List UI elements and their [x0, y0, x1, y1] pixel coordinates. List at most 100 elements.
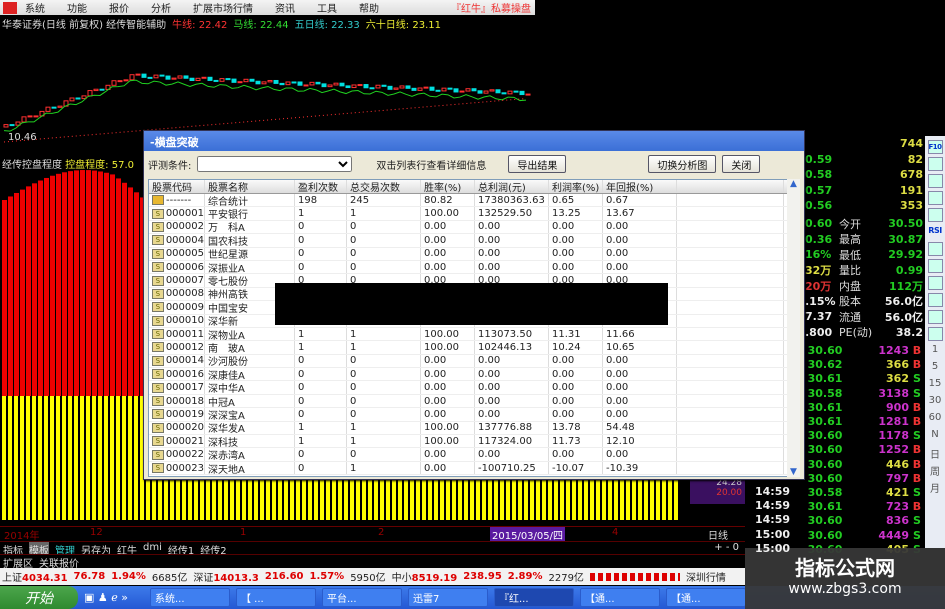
table-row[interactable]: S 000022 深赤湾A 0 0 0.00 0.00 0.00 0.00 — [149, 448, 792, 462]
scroll-down-icon[interactable]: ▼ — [787, 467, 800, 477]
export-button[interactable]: 导出结果 — [508, 155, 567, 173]
tab-save-as[interactable]: 另存为 — [81, 542, 111, 557]
period-button[interactable]: N — [931, 429, 938, 443]
pen-icon[interactable] — [927, 293, 943, 307]
period-button[interactable]: 周 — [930, 463, 940, 478]
tick-volume: 4449 — [878, 528, 909, 542]
scroll-up-icon[interactable]: ▲ — [787, 179, 800, 189]
tab-jingchuan1[interactable]: 经传1 — [168, 542, 194, 557]
cell-value: 000023 — [165, 462, 204, 474]
cell: 0.00 — [549, 394, 603, 408]
tab-jingchuan2[interactable]: 经传2 — [200, 542, 226, 557]
table-row[interactable]: S 000018 中冠A 0 0 0.00 0.00 0.00 0.00 — [149, 394, 792, 409]
menu-extended-market[interactable]: 扩展市场行情 — [193, 0, 253, 15]
quick-launch-icons[interactable]: ▣ ♟ ℯ » — [84, 591, 144, 604]
dot-icon[interactable] — [927, 276, 943, 290]
column-header[interactable]: 总交易次数 — [347, 180, 421, 193]
table-row[interactable]: S 000002 万 科A 0 0 0.00 0.00 0.00 0.00 — [149, 220, 792, 235]
table-scrollbar[interactable]: ▲ ▼ — [787, 179, 800, 477]
menu-function[interactable]: 功能 — [67, 0, 87, 15]
table-row[interactable]: S 000012 南 玻A 1 1 100.00 102446.13 10.24 10.65 — [149, 341, 792, 355]
taskbar-item-active[interactable]: 『红... — [494, 588, 574, 607]
menu-tools[interactable]: 工具 — [317, 0, 337, 15]
period-button[interactable]: 30 — [929, 395, 942, 409]
img-icon[interactable] — [927, 327, 943, 341]
tab-manage[interactable]: 管理 — [55, 542, 75, 557]
ma-icon[interactable] — [927, 208, 943, 222]
tab-dmi[interactable]: dmi — [143, 542, 162, 554]
search-icon[interactable] — [927, 191, 943, 205]
start-button[interactable]: 开始 — [0, 586, 78, 609]
fs-icon[interactable] — [927, 310, 943, 324]
period-button[interactable]: 15 — [929, 378, 942, 392]
taskbar-item[interactable]: 平台... — [322, 588, 402, 607]
table-row[interactable]: S 000001 平安银行 1 1 100.00 132529.50 13.25 13.67 — [149, 207, 792, 221]
zoom-controls[interactable]: + - 0 — [714, 542, 739, 554]
cell-value: 000004 — [165, 234, 204, 246]
market-strength-indicator — [589, 572, 680, 581]
column-header[interactable]: 股票名称 — [205, 180, 295, 193]
column-header[interactable]: 胜率(%) — [421, 180, 475, 193]
table-row[interactable]: S 000011 深物业A 1 1 100.00 113073.50 11.31 11.66 — [149, 327, 792, 342]
taskbar-item[interactable]: 系统... — [150, 588, 230, 607]
column-header[interactable]: 利润率(%) — [549, 180, 603, 193]
cell-value: 0.00 — [424, 368, 447, 380]
tab-hongniu[interactable]: 红牛 — [117, 542, 137, 557]
menu-system[interactable]: 系统 — [25, 0, 45, 15]
stat-value: 56.0亿 — [884, 310, 923, 324]
yellow-bar — [26, 396, 30, 520]
f10-icon[interactable]: F10 — [927, 140, 943, 154]
move-icon[interactable] — [927, 259, 943, 273]
table-row[interactable]: S 000005 世纪星源 0 0 0.00 0.00 0.00 0.00 — [149, 247, 792, 261]
table-row[interactable]: S 000004 国农科技 0 0 0.00 0.00 0.00 0.00 — [149, 234, 792, 248]
table-row[interactable]: S 000006 深振业A 0 0 0.00 0.00 0.00 0.00 — [149, 260, 792, 275]
table-row[interactable]: S 000021 深科技 1 1 100.00 117324.00 11.73 12.10 — [149, 435, 792, 449]
fn-icon[interactable] — [927, 157, 943, 171]
cell-value: 0.00 — [424, 261, 447, 273]
switch-chart-button[interactable]: 切换分析图 — [648, 155, 717, 173]
table-row[interactable]: S 000014 沙河股份 0 0 0.00 0.00 0.00 0.00 — [149, 354, 792, 369]
menu-help[interactable]: 帮助 — [359, 0, 379, 15]
period-button[interactable]: 日 — [930, 446, 940, 461]
column-header[interactable]: 总利润(元) — [475, 180, 549, 193]
table-row[interactable]: S 000019 深深宝A 0 0 0.00 0.00 0.00 0.00 — [149, 408, 792, 422]
cell: 0 — [347, 368, 421, 381]
taskbar-item[interactable]: 迅雷7 — [408, 588, 488, 607]
cell: 12.10 — [603, 435, 677, 448]
cell-value: 0.00 — [606, 395, 629, 407]
cell: 0.00 — [421, 381, 475, 394]
column-header[interactable]: 盈利次数 — [295, 180, 347, 193]
taskbar-item[interactable]: 【通... — [580, 588, 660, 607]
column-header[interactable]: 股票代码 — [149, 180, 205, 193]
period-button[interactable]: 5 — [932, 361, 938, 375]
-icon[interactable] — [927, 242, 943, 256]
menu-quote[interactable]: 报价 — [109, 0, 129, 15]
tab-template[interactable]: 模板 — [29, 542, 49, 557]
chart-icon[interactable] — [927, 174, 943, 188]
rsi-icon[interactable]: RSI — [927, 225, 943, 239]
period-button[interactable]: 1 — [932, 344, 938, 358]
cell: S 000018 — [149, 394, 205, 408]
cell-value: 10.24 — [552, 341, 581, 353]
taskbar-item[interactable]: 【通... — [666, 588, 746, 607]
table-row[interactable]: S 000023 深天地A 0 1 0.00 -100710.25 -10.07 -10.39 — [149, 461, 792, 476]
period-button[interactable]: 60 — [929, 412, 942, 426]
close-button[interactable]: 关闭 — [722, 155, 761, 173]
menu-news[interactable]: 资讯 — [275, 0, 295, 15]
column-header[interactable]: 年回报(%) — [603, 180, 677, 193]
tab-extension-area[interactable]: 扩展区 — [3, 555, 33, 570]
condition-select[interactable] — [197, 156, 353, 172]
cell-value: 0 — [298, 395, 305, 407]
menu-analysis[interactable]: 分析 — [151, 0, 171, 15]
table-row[interactable]: ------- 综合统计 198 245 80.82 17380363.63 0.65 0.6… — [149, 194, 792, 208]
table-row[interactable]: S 000020 深华发A 1 1 100.00 137776.88 13.78 54.48 — [149, 421, 792, 436]
zx-percent: 2.89% — [507, 571, 543, 582]
taskbar-item[interactable]: 【 ... — [236, 588, 316, 607]
period-button[interactable]: 月 — [930, 480, 940, 495]
table-row[interactable]: S 000017 深中华A 0 0 0.00 0.00 0.00 0.00 — [149, 381, 792, 395]
market-selector[interactable]: 深圳行情 — [686, 569, 726, 584]
cell-empty — [677, 327, 784, 341]
tab-indicator[interactable]: 指标 — [3, 542, 23, 557]
table-row[interactable]: S 000016 深康佳A 0 0 0.00 0.00 0.00 0.00 — [149, 368, 792, 382]
tab-related-quotes[interactable]: 关联报价 — [39, 555, 79, 570]
